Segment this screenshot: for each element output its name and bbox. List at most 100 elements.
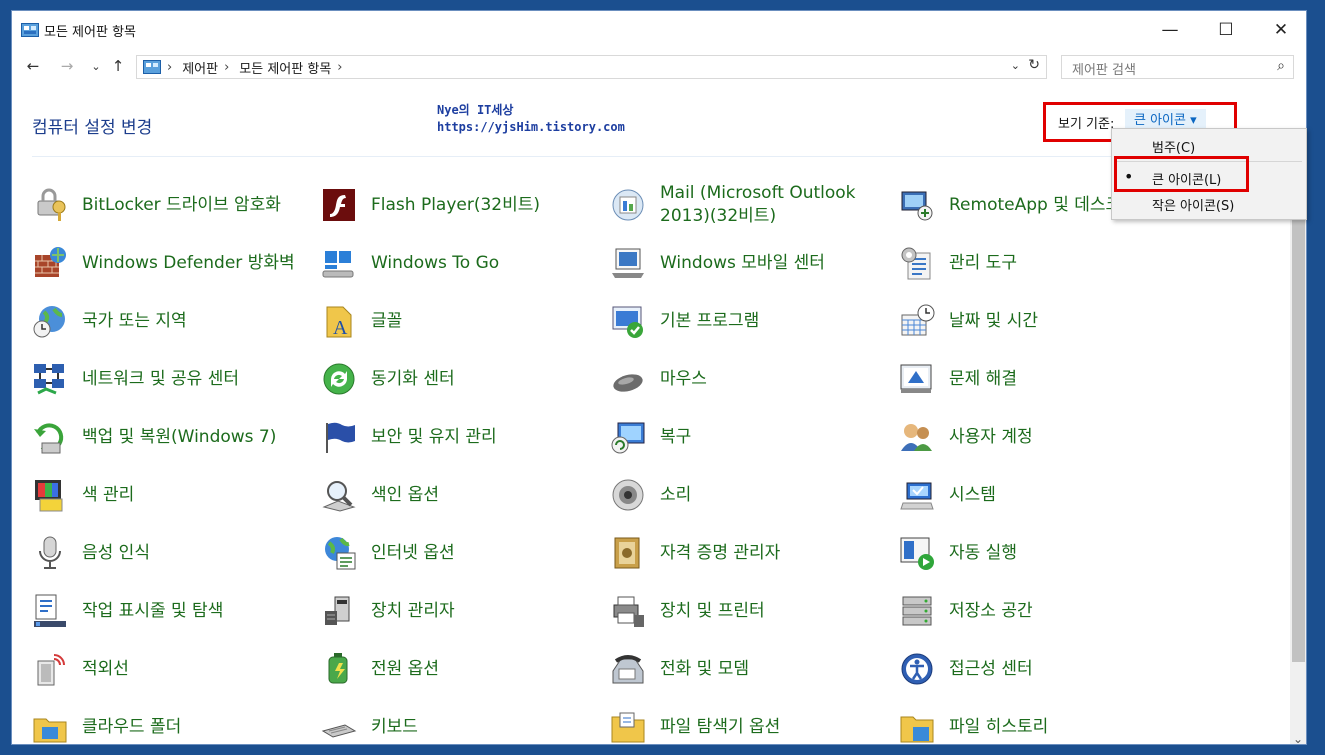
item-internet-options[interactable]: 인터넷 옵션 (321, 527, 606, 579)
item-troubleshoot[interactable]: 문제 해결 (899, 353, 1184, 405)
title-bar: 모든 제어판 항목 — ☐ ✕ (12, 11, 1306, 49)
item-taskbar[interactable]: 작업 표시줄 및 탐색 (32, 585, 317, 637)
mail-icon (612, 189, 644, 221)
item-keyboard[interactable]: 키보드 (321, 701, 606, 744)
minimize-button[interactable]: — (1145, 11, 1195, 49)
window-title: 모든 제어판 항목 (44, 25, 136, 40)
troubleshoot-icon (900, 364, 932, 393)
breadcrumb-all-items[interactable]: 모든 제어판 항목 (239, 58, 331, 77)
recent-locations-button[interactable]: ⌄ (85, 55, 107, 77)
search-icon[interactable]: ⌕ (1277, 58, 1285, 74)
scrollbar-thumb[interactable] (1292, 157, 1305, 662)
item-label: 관리 도구 (949, 252, 1017, 273)
menu-item-category[interactable]: 범주(C) (1112, 131, 1306, 159)
admin-tools-icon (901, 247, 931, 280)
close-button[interactable]: ✕ (1256, 11, 1306, 49)
page-heading: 컴퓨터 설정 변경 (32, 118, 153, 138)
forward-button[interactable]: → (56, 55, 78, 77)
item-label: 음성 인식 (82, 542, 150, 563)
item-system[interactable]: 시스템 (899, 469, 1184, 521)
item-device-manager[interactable]: 장치 관리자 (321, 585, 606, 637)
breadcrumb-separator: › (167, 59, 173, 75)
item-date-time[interactable]: 날짜 및 시간 (899, 295, 1184, 347)
item-label: 인터넷 옵션 (371, 542, 455, 563)
up-button[interactable]: ↑ (107, 55, 129, 77)
item-mail[interactable]: Mail (Microsoft Outlook 2013)(32비트) (610, 179, 895, 231)
header-divider (32, 156, 1132, 157)
item-bitlocker[interactable]: BitLocker 드라이브 암호화 (32, 179, 317, 231)
address-dropdown-icon[interactable]: ⌄ (1011, 59, 1020, 72)
scroll-down-icon[interactable]: ⌄ (1293, 732, 1303, 744)
date-time-icon (901, 304, 935, 336)
infrared-icon (37, 654, 65, 686)
item-windows-to-go[interactable]: Windows To Go (321, 237, 606, 289)
item-color-management[interactable]: 색 관리 (32, 469, 317, 521)
item-indexing[interactable]: 색인 옵션 (321, 469, 606, 521)
item-flash[interactable]: Flash Player(32비트) (321, 179, 606, 231)
search-placeholder: 제어판 검색 (1072, 63, 1136, 78)
menu-item-small-icons[interactable]: 작은 아이콘(S) (1112, 189, 1306, 217)
item-region[interactable]: 국가 또는 지역 (32, 295, 317, 347)
item-infrared[interactable]: 적외선 (32, 643, 317, 695)
item-label: BitLocker 드라이브 암호화 (82, 194, 281, 215)
item-label: Windows Defender 방화벽 (82, 252, 295, 273)
item-ease-of-access[interactable]: 접근성 센터 (899, 643, 1184, 695)
item-user-accounts[interactable]: 사용자 계정 (899, 411, 1184, 463)
item-power[interactable]: 전원 옵션 (321, 643, 606, 695)
item-admin-tools[interactable]: 관리 도구 (899, 237, 1184, 289)
vertical-scrollbar[interactable]: ⌄ (1290, 151, 1306, 744)
item-default-programs[interactable]: 기본 프로그램 (610, 295, 895, 347)
item-mobility-center[interactable]: Windows 모바일 센터 (610, 237, 895, 289)
speech-icon (39, 536, 61, 569)
autoplay-icon (900, 537, 934, 570)
bitlocker-icon (37, 188, 66, 221)
item-cloud-folder[interactable]: 클라우드 폴더 (32, 701, 317, 744)
refresh-icon[interactable]: ↻ (1028, 57, 1040, 73)
remoteapp-icon (901, 191, 933, 221)
watermark-line2: https://yjsHim.tistory.com (437, 120, 625, 134)
item-file-history[interactable]: 파일 히스토리 (899, 701, 1184, 744)
item-autoplay[interactable]: 자동 실행 (899, 527, 1184, 579)
item-phone[interactable]: 전화 및 모뎀 (610, 643, 895, 695)
windows-to-go-icon (322, 251, 354, 278)
cloud-folder-icon (33, 718, 67, 743)
item-label: 키보드 (371, 716, 418, 737)
credential-icon (614, 537, 640, 569)
item-printer[interactable]: 장치 및 프린터 (610, 585, 895, 637)
search-input[interactable]: 제어판 검색 ⌕ (1061, 55, 1294, 79)
file-history-icon (900, 716, 934, 743)
menu-item-label: 작은 아이콘(S) (1152, 199, 1235, 214)
item-credential[interactable]: 자격 증명 관리자 (610, 527, 895, 579)
menu-item-label: 범주(C) (1152, 141, 1196, 156)
region-icon (33, 306, 65, 338)
item-mouse[interactable]: 마우스 (610, 353, 895, 405)
maximize-button[interactable]: ☐ (1201, 11, 1251, 49)
item-fonts[interactable]: A 글꼴 (321, 295, 606, 347)
breadcrumb-separator: › (224, 59, 230, 75)
mouse-icon (613, 374, 643, 392)
item-explorer-options[interactable]: 파일 탐색기 옵션 (610, 701, 895, 744)
svg-text:A: A (333, 317, 348, 339)
back-button[interactable]: ← (22, 55, 44, 77)
item-label: 장치 및 프린터 (660, 600, 765, 621)
explorer-options-icon (611, 712, 645, 743)
item-label: 클라우드 폴더 (82, 716, 182, 737)
item-label: 전화 및 모뎀 (660, 658, 750, 679)
item-recovery[interactable]: 복구 (610, 411, 895, 463)
item-label: 전원 옵션 (371, 658, 439, 679)
item-storage[interactable]: 저장소 공간 (899, 585, 1184, 637)
watermark-line1: Nye의 IT세상 (437, 103, 514, 117)
address-bar[interactable]: › 제어판 › 모든 제어판 항목 › ⌄ ↻ (136, 55, 1047, 79)
item-speech[interactable]: 음성 인식 (32, 527, 317, 579)
breadcrumb-separator: › (337, 59, 343, 75)
item-sync-center[interactable]: 동기화 센터 (321, 353, 606, 405)
item-firewall[interactable]: Windows Defender 방화벽 (32, 237, 317, 289)
item-label: 날짜 및 시간 (949, 310, 1039, 331)
item-sound[interactable]: 소리 (610, 469, 895, 521)
breadcrumb-control-panel[interactable]: 제어판 (182, 58, 218, 77)
item-backup[interactable]: 백업 및 복원(Windows 7) (32, 411, 317, 463)
item-label: 보안 및 유지 관리 (371, 426, 497, 447)
control-panel-icon (143, 60, 161, 74)
item-network[interactable]: 네트워크 및 공유 센터 (32, 353, 317, 405)
item-security-flag[interactable]: 보안 및 유지 관리 (321, 411, 606, 463)
